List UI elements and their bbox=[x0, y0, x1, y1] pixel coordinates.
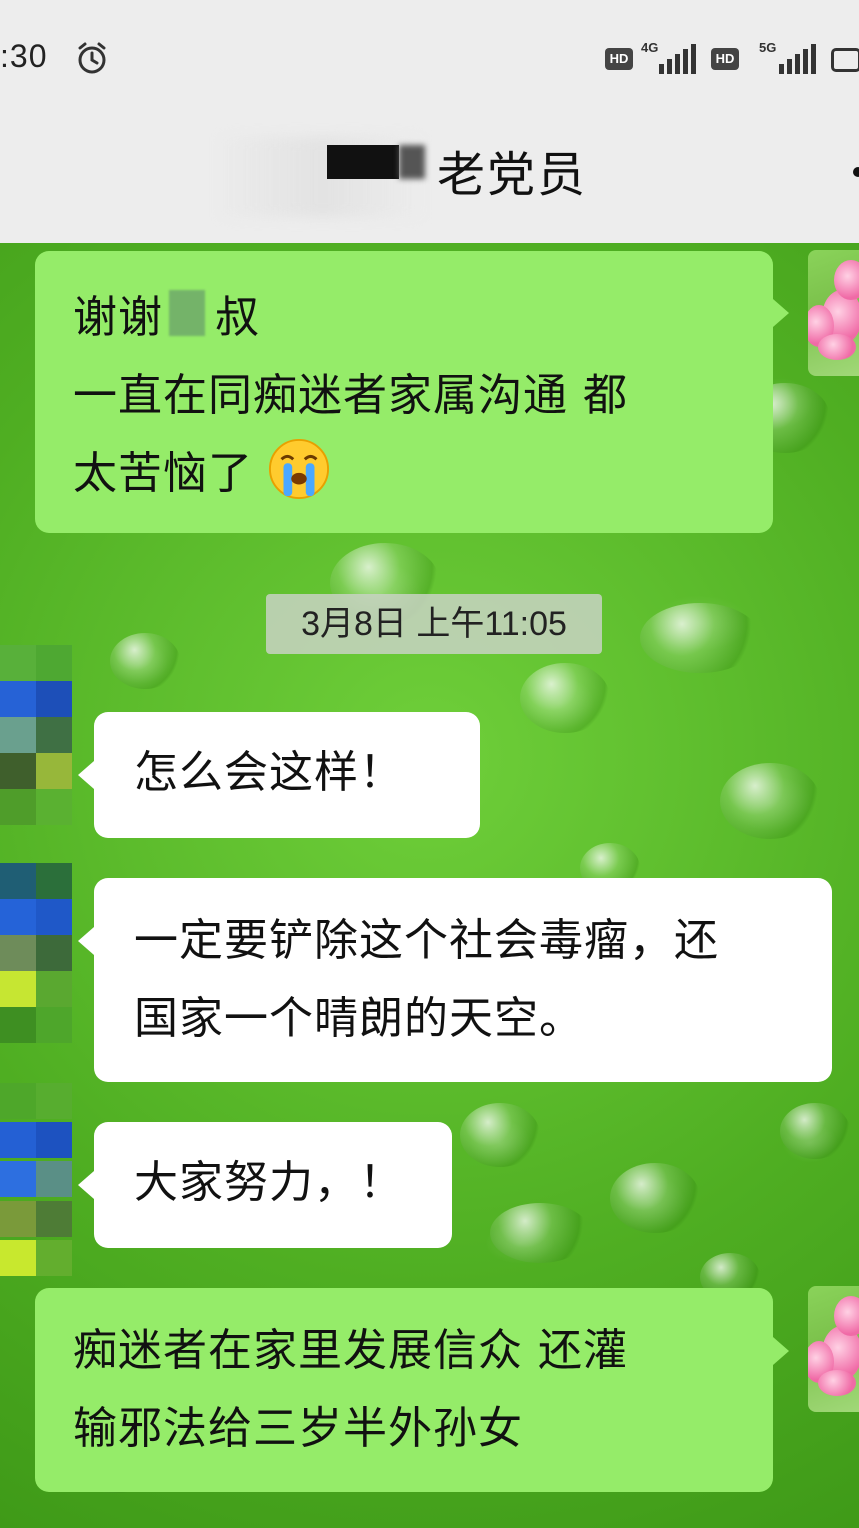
droplet bbox=[110, 633, 180, 689]
chat-header: 老党员 bbox=[0, 115, 859, 243]
my-avatar[interactable] bbox=[808, 1286, 859, 1412]
bubble-tail bbox=[78, 927, 94, 955]
message-bubble-incoming[interactable]: 大家努力，！ bbox=[94, 1122, 452, 1248]
battery-icon bbox=[831, 48, 859, 72]
droplet bbox=[610, 1163, 700, 1233]
bubble-tail bbox=[78, 1171, 94, 1199]
more-icon[interactable] bbox=[853, 167, 859, 177]
message-bubble-incoming[interactable]: 怎么会这样！ bbox=[94, 712, 480, 838]
message-text: 一直在同痴迷者家属沟通 都 bbox=[73, 370, 628, 421]
droplet bbox=[490, 1203, 590, 1263]
signal-icon bbox=[659, 44, 696, 74]
status-bar: :30 HD 4G HD 5G bbox=[0, 0, 859, 115]
my-avatar[interactable] bbox=[808, 250, 859, 376]
message-text: 大家努力，！ bbox=[134, 1157, 404, 1208]
droplet bbox=[720, 763, 820, 839]
message-text: 谢谢 bbox=[73, 292, 163, 343]
chat-area[interactable]: 谢谢 叔 一直在同痴迷者家属沟通 都 太苦恼了 3月8日 上午11:05 怎么会这… bbox=[0, 243, 859, 1528]
message-text: 痴迷者在家里发展信众 还灌 bbox=[73, 1325, 628, 1376]
name-redaction bbox=[169, 290, 205, 336]
message-text: 国家一个晴朗的天空。 bbox=[134, 993, 584, 1044]
status-icons: HD 4G HD 5G bbox=[599, 40, 859, 76]
message-bubble-incoming[interactable]: 一定要铲除这个社会毒瘤，还 国家一个晴朗的天空。 bbox=[94, 878, 832, 1082]
message-timestamp: 3月8日 上午11:05 bbox=[266, 594, 602, 654]
status-time: :30 bbox=[0, 38, 48, 74]
network-4g-label: 4G bbox=[641, 40, 659, 55]
message-text: 怎么会这样！ bbox=[134, 747, 404, 798]
chat-title: 老党员 bbox=[437, 147, 588, 203]
hd-badge-1: HD bbox=[605, 48, 633, 70]
droplet bbox=[640, 603, 760, 673]
bubble-tail bbox=[78, 761, 94, 789]
message-bubble-outgoing[interactable]: 痴迷者在家里发展信众 还灌 输邪法给三岁半外孙女 bbox=[35, 1288, 773, 1492]
contact-avatar[interactable] bbox=[0, 1083, 72, 1279]
title-redaction-blur bbox=[399, 145, 425, 179]
network-5g-label: 5G bbox=[759, 40, 777, 55]
message-text: 叔 bbox=[215, 292, 260, 343]
contact-avatar[interactable] bbox=[0, 645, 72, 825]
crying-face-emoji-icon bbox=[268, 438, 330, 500]
bubble-tail bbox=[773, 1337, 789, 1365]
message-bubble-outgoing[interactable]: 谢谢 叔 一直在同痴迷者家属沟通 都 太苦恼了 bbox=[35, 251, 773, 533]
signal-icon-2 bbox=[779, 44, 816, 74]
hd-badge-2: HD bbox=[711, 48, 739, 70]
contact-avatar[interactable] bbox=[0, 863, 72, 1043]
bubble-tail bbox=[773, 299, 789, 327]
droplet bbox=[780, 1103, 850, 1159]
message-text: 太苦恼了 bbox=[73, 448, 253, 499]
alarm-icon bbox=[78, 42, 106, 74]
droplet bbox=[460, 1103, 540, 1167]
title-redaction bbox=[327, 145, 399, 179]
message-text: 输邪法给三岁半外孙女 bbox=[73, 1403, 523, 1454]
message-text: 一定要铲除这个社会毒瘤，还 bbox=[134, 915, 719, 966]
droplet bbox=[520, 663, 610, 733]
